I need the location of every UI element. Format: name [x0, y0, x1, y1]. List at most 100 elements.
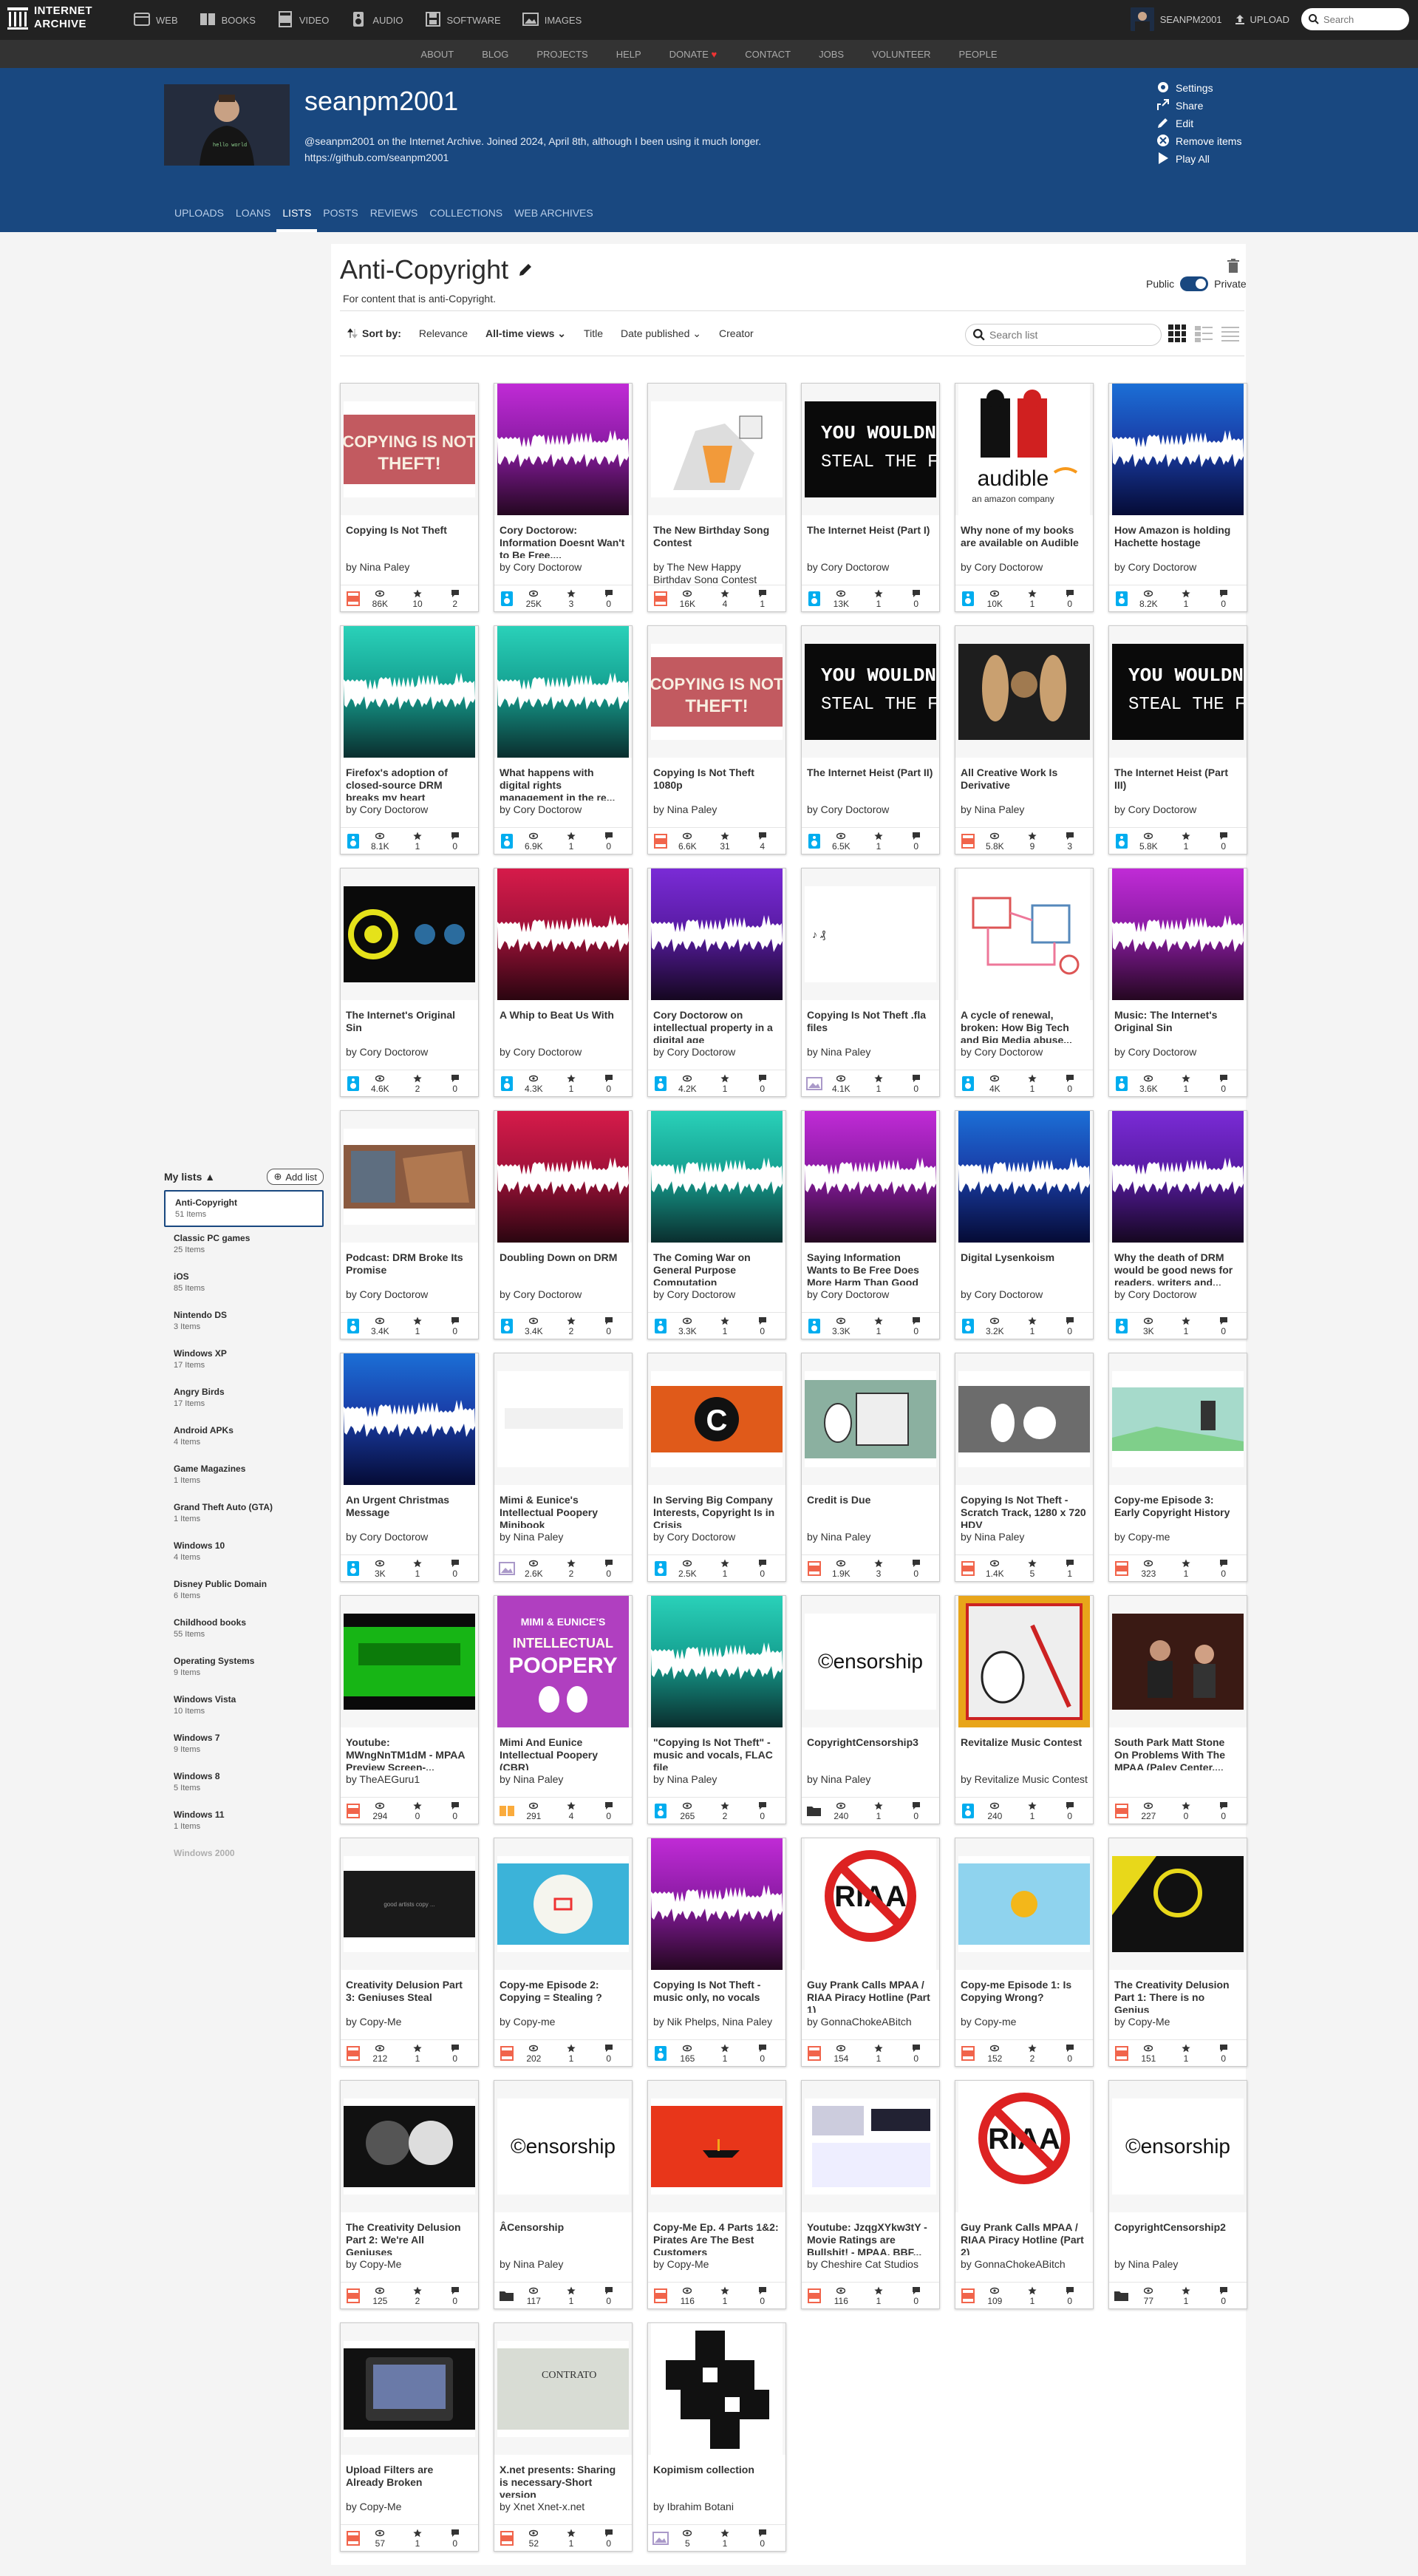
item-title[interactable]: The Coming War on General Purpose Comput… [648, 1243, 785, 1285]
item-title[interactable]: A cycle of renewal, broken: How Big Tech… [955, 1000, 1093, 1043]
item-title[interactable]: Copying Is Not Theft .fla files [802, 1000, 939, 1043]
item-tile[interactable]: good artists copy ... Creativity Delusion… [340, 1838, 479, 2067]
my-list-item[interactable]: Grand Theft Auto (GTA) 1 Items [164, 1496, 324, 1535]
item-thumbnail[interactable] [955, 869, 1093, 1000]
nav-books[interactable]: BOOKS [199, 10, 256, 30]
my-list-item[interactable]: Windows Vista 10 Items [164, 1688, 324, 1727]
my-list-item[interactable]: Windows 7 9 Items [164, 1727, 324, 1765]
item-title[interactable]: Kopimism collection [648, 2455, 785, 2498]
subnav-projects[interactable]: PROJECTS [536, 49, 587, 60]
item-thumbnail[interactable] [648, 1596, 785, 1727]
item-thumbnail[interactable] [494, 1111, 632, 1243]
my-list-item[interactable]: Disney Public Domain 6 Items [164, 1573, 324, 1611]
item-tile[interactable]: Doubling Down on DRM by Cory Doctorow 3.4K… [494, 1110, 633, 1339]
item-thumbnail[interactable]: good artists copy ... [341, 1838, 478, 1970]
my-list-item[interactable]: Operating Systems 9 Items [164, 1650, 324, 1688]
tab-uploads[interactable]: UPLOADS [168, 207, 230, 232]
item-tile[interactable]: Mimi & Eunice's Intellectual Poopery Min… [494, 1353, 633, 1582]
tab-posts[interactable]: POSTS [317, 207, 364, 232]
my-list-item[interactable]: Windows 10 4 Items [164, 1535, 324, 1573]
item-thumbnail[interactable] [341, 869, 478, 1000]
item-tile[interactable]: A Whip to Beat Us With by Cory Doctorow 4.… [494, 868, 633, 1097]
item-tile[interactable]: The Creativity Delusion Part 1: There is… [1108, 1838, 1247, 2067]
item-title[interactable]: A Whip to Beat Us With [494, 1000, 632, 1043]
item-thumbnail[interactable] [494, 384, 632, 515]
nav-software[interactable]: SOFTWARE [424, 10, 501, 30]
item-thumbnail[interactable] [1109, 384, 1247, 515]
subnav-jobs[interactable]: JOBS [819, 49, 844, 60]
item-tile[interactable]: Revitalize Music Contest by Revitalize Mu… [955, 1595, 1094, 1824]
item-title[interactable]: Mimi & Eunice's Intellectual Poopery Min… [494, 1485, 632, 1528]
item-tile[interactable]: Firefox's adoption of closed-source DRM … [340, 625, 479, 854]
item-thumbnail[interactable] [802, 1353, 939, 1485]
item-title[interactable]: How Amazon is holding Hachette hostage [1109, 515, 1247, 558]
item-tile[interactable]: YOU WOULDN'T STEAL THE FUTURE The Internet… [1108, 625, 1247, 854]
item-title[interactable]: Why none of my books are available on Au… [955, 515, 1093, 558]
item-tile[interactable]: audible an amazon company Why none of my b… [955, 383, 1094, 612]
item-title[interactable]: X.net presents: Sharing is necessary-Sho… [494, 2455, 632, 2498]
my-list-item[interactable]: Windows 11 1 Items [164, 1804, 324, 1842]
item-thumbnail[interactable] [648, 384, 785, 515]
item-title[interactable]: Podcast: DRM Broke Its Promise [341, 1243, 478, 1285]
item-thumbnail[interactable]: COPYING IS NOT THEFT! [648, 626, 785, 758]
item-title[interactable]: What happens with digital rights managem… [494, 758, 632, 801]
subnav-about[interactable]: ABOUT [420, 49, 454, 60]
item-thumbnail[interactable] [494, 869, 632, 1000]
item-thumbnail[interactable]: C [648, 1353, 785, 1485]
item-tile[interactable]: Podcast: DRM Broke Its Promise by Cory Do… [340, 1110, 479, 1339]
item-thumbnail[interactable] [648, 1838, 785, 1970]
item-title[interactable]: The Internet's Original Sin [341, 1000, 478, 1043]
item-tile[interactable]: The Internet's Original Sin by Cory Docto… [340, 868, 479, 1097]
item-thumbnail[interactable] [1109, 869, 1247, 1000]
pencil-icon[interactable] [517, 262, 534, 278]
item-thumbnail[interactable]: RIAA [955, 2081, 1093, 2212]
item-thumbnail[interactable] [802, 1111, 939, 1243]
item-title[interactable]: Creativity Delusion Part 3: Geniuses Ste… [341, 1970, 478, 2013]
item-title[interactable]: Copy-me Episode 3: Early Copyright Histo… [1109, 1485, 1247, 1528]
item-tile[interactable]: A cycle of renewal, broken: How Big Tech… [955, 868, 1094, 1097]
item-thumbnail[interactable]: YOU WOULDN'T STEAL THE FUTURE [1109, 626, 1247, 758]
my-list-item[interactable]: iOS 85 Items [164, 1265, 324, 1304]
item-tile[interactable]: The Creativity Delusion Part 2: We're Al… [340, 2080, 479, 2309]
item-tile[interactable]: What happens with digital rights managem… [494, 625, 633, 854]
item-tile[interactable]: The Coming War on General Purpose Comput… [647, 1110, 786, 1339]
item-thumbnail[interactable]: CONTRATO [494, 2323, 632, 2455]
item-tile[interactable]: ©ensorship ÂCensorship by Nina Paley 117 1 0 [494, 2080, 633, 2309]
subnav-volunteer[interactable]: VOLUNTEER [872, 49, 930, 60]
item-thumbnail[interactable] [955, 626, 1093, 758]
list-search-input[interactable] [989, 329, 1152, 341]
privacy-toggle[interactable] [1180, 276, 1209, 291]
my-list-item[interactable]: Windows 8 5 Items [164, 1765, 324, 1804]
item-tile[interactable]: The New Birthday Song Contest by The New … [647, 383, 786, 612]
item-tile[interactable]: Music: The Internet's Original Sin by Cor… [1108, 868, 1247, 1097]
item-thumbnail[interactable]: RIAA [802, 1838, 939, 1970]
profile-link[interactable]: https://github.com/seanpm2001 [304, 149, 761, 166]
my-list-item[interactable]: Anti-Copyright 51 Items [164, 1190, 324, 1227]
item-tile[interactable]: Why the death of DRM would be good news … [1108, 1110, 1247, 1339]
item-thumbnail[interactable] [494, 626, 632, 758]
item-title[interactable]: Copying Is Not Theft - Scratch Track, 12… [955, 1485, 1093, 1528]
subnav-contact[interactable]: CONTACT [745, 49, 791, 60]
item-tile[interactable]: Credit is Due by Nina Paley 1.9K 3 0 [801, 1353, 940, 1582]
item-title[interactable]: "Copying Is Not Theft" - music and vocal… [648, 1727, 785, 1770]
item-thumbnail[interactable] [1109, 1838, 1247, 1970]
nav-web[interactable]: WEB [133, 10, 178, 30]
item-title[interactable]: The Internet Heist (Part I) [802, 515, 939, 558]
my-list-item[interactable]: Childhood books 55 Items [164, 1611, 324, 1650]
item-thumbnail[interactable]: YOU WOULDN'T STEAL THE FUTURE [802, 626, 939, 758]
item-thumbnail[interactable] [341, 1596, 478, 1727]
item-thumbnail[interactable] [648, 1111, 785, 1243]
item-thumbnail[interactable] [802, 2081, 939, 2212]
item-tile[interactable]: COPYING IS NOT THEFT! Copying Is Not Theft… [647, 625, 786, 854]
sort-all-time-views[interactable]: All-time views ⌄ [485, 327, 566, 340]
item-title[interactable]: Saying Information Wants to Be Free Does… [802, 1243, 939, 1285]
item-tile[interactable]: Cory Doctorow on intellectual property i… [647, 868, 786, 1097]
my-list-item[interactable]: Windows 2000 [164, 1842, 324, 1880]
item-thumbnail[interactable] [955, 1111, 1093, 1243]
my-list-item[interactable]: Game Magazines 1 Items [164, 1458, 324, 1496]
item-title[interactable]: Mimi And Eunice Intellectual Poopery (CB… [494, 1727, 632, 1770]
my-list-item[interactable]: Classic PC games 25 Items [164, 1227, 324, 1265]
edit-button[interactable]: Edit [1156, 117, 1241, 130]
item-tile[interactable]: COPYING IS NOT THEFT! Copying Is Not Theft… [340, 383, 479, 612]
item-thumbnail[interactable] [341, 2081, 478, 2212]
